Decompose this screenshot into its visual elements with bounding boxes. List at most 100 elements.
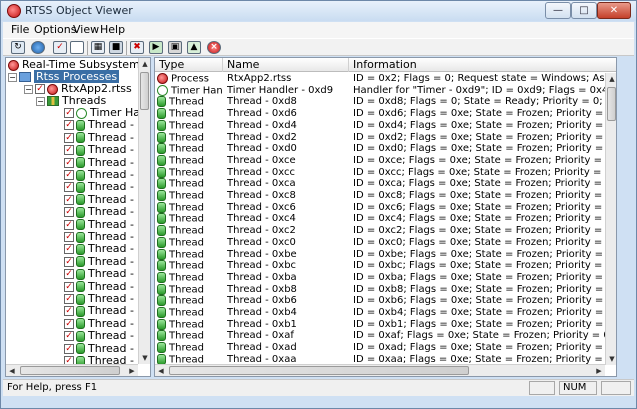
scroll-up-icon[interactable]: ▲ xyxy=(139,58,150,70)
table-row[interactable]: Thread Thread - 0xd2 ID = 0xd2; Flags = 0x… xyxy=(155,131,605,144)
tree-item[interactable]: ✓ Thread - 0xd0 xyxy=(64,168,138,181)
checkbox[interactable]: ✓ xyxy=(64,182,74,193)
lock-icon[interactable]: ▣ xyxy=(168,41,182,54)
tree-item[interactable]: ✓ Thread - 0xca xyxy=(64,205,138,218)
column-header-name[interactable]: Name xyxy=(223,58,349,72)
tree-item[interactable]: ✓ Thread - 0xb6 xyxy=(64,329,138,342)
tree-item[interactable]: ✓ Thread - 0xce xyxy=(64,180,138,193)
object-tree[interactable]: Real-Time Subsystem − Rtss Processes − ✓ Rt… xyxy=(5,57,151,377)
maximize-button[interactable]: □ xyxy=(571,2,597,19)
menu-view[interactable]: View xyxy=(73,23,99,36)
checkbox[interactable]: ✓ xyxy=(64,306,74,317)
tree-item[interactable]: ✓ Thread - 0xd4 xyxy=(64,143,138,156)
scroll-right-icon[interactable]: ▶ xyxy=(593,365,605,376)
checkbox[interactable]: ✓ xyxy=(64,281,74,292)
tree-item[interactable]: ✓ Thread - 0xd6 xyxy=(64,131,138,144)
menu-help[interactable]: Help xyxy=(100,23,125,36)
checkbox[interactable]: ✓ xyxy=(64,269,74,280)
table-row[interactable]: Thread Thread - 0xc8 ID = 0xc8; Flags = 0x… xyxy=(155,190,605,202)
tree-item[interactable]: ✓ Thread - 0xb4 xyxy=(64,342,138,355)
scroll-left-icon[interactable]: ◀ xyxy=(6,365,18,376)
checkbox[interactable]: ✓ xyxy=(64,232,74,242)
checkbox[interactable]: ✓ xyxy=(64,145,74,156)
tree-item[interactable]: ✓ Timer Handler xyxy=(64,106,138,119)
checkbox[interactable]: ✓ xyxy=(64,331,74,342)
scroll-up-icon[interactable]: ▲ xyxy=(606,73,616,85)
close-button[interactable]: ✕ xyxy=(597,2,631,19)
checkbox[interactable]: ✓ xyxy=(64,194,74,205)
table-row[interactable]: Thread Thread - 0xb6 ID = 0xb6; Flags = 0x… xyxy=(155,295,605,307)
title-bar[interactable]: RTSS Object Viewer — □ ✕ xyxy=(1,1,636,21)
table-row[interactable]: Thread Thread - 0xc6 ID = 0xc6; Flags = 0x… xyxy=(155,201,605,214)
table-row[interactable]: Thread Thread - 0xd0 ID = 0xd0; Flags = 0x… xyxy=(155,143,605,155)
table-row[interactable]: Thread Thread - 0xaf ID = 0xaf; Flags = 0x… xyxy=(155,330,605,342)
scroll-thumb[interactable] xyxy=(140,72,149,110)
scroll-left-icon[interactable]: ◀ xyxy=(155,365,167,376)
stop-icon[interactable]: × xyxy=(207,41,221,54)
tree-item[interactable]: ✓ Thread - 0xb8 xyxy=(64,317,138,330)
check-icon[interactable]: ✓ xyxy=(53,41,67,54)
tree-item[interactable]: ✓ Thread - 0xc0 xyxy=(64,267,138,280)
table-row[interactable]: Thread Thread - 0xbe ID = 0xbe; Flags = 0x… xyxy=(155,248,605,261)
table-row[interactable]: Thread Thread - 0xad ID = 0xad; Flags = 0x… xyxy=(155,342,605,354)
tree-item[interactable]: ✓ Thread - 0xbc xyxy=(64,292,138,305)
scroll-thumb[interactable] xyxy=(20,366,120,375)
collapse-icon[interactable]: − xyxy=(8,72,17,82)
tree-item[interactable]: ✓ Thread - 0xc4 xyxy=(64,242,138,255)
list-horizontal-scrollbar[interactable]: ◀ ▶ xyxy=(155,364,605,376)
tree-item[interactable]: ✓ Thread - 0xcc xyxy=(64,193,138,206)
table-row[interactable]: Thread Thread - 0xce ID = 0xce; Flags = 0x… xyxy=(155,154,605,167)
tree-item[interactable]: ✓ Thread - 0xd8 xyxy=(64,118,138,131)
minimize-button[interactable]: — xyxy=(545,2,571,19)
menu-file[interactable]: File xyxy=(11,23,29,36)
collapse-icon[interactable]: − xyxy=(36,96,45,106)
checkbox[interactable]: ✓ xyxy=(35,84,45,94)
table-row[interactable]: Thread Thread - 0xc2 ID = 0xc2; Flags = 0x… xyxy=(155,225,605,237)
checkbox[interactable]: ✓ xyxy=(64,157,74,168)
terminate-icon[interactable]: ▶ xyxy=(149,41,163,54)
table-row[interactable]: Thread Thread - 0xd6 ID = 0xd6; Flags = 0x… xyxy=(155,108,605,120)
tree-item[interactable]: ✓ Thread - 0xd2 xyxy=(64,156,138,169)
checkbox[interactable]: ✓ xyxy=(64,219,74,230)
column-header-type[interactable]: Type xyxy=(155,58,223,72)
remove-icon[interactable]: ✖ xyxy=(130,41,144,54)
checkbox[interactable]: ✓ xyxy=(64,108,74,118)
table-row[interactable]: Thread Thread - 0xd8 ID = 0xd8; Flags = 0;… xyxy=(155,96,605,108)
scroll-down-icon[interactable]: ▼ xyxy=(606,353,616,365)
table-row[interactable]: Thread Thread - 0xca ID = 0xca; Flags = 0x… xyxy=(155,178,605,190)
checkbox[interactable]: ✓ xyxy=(64,132,74,143)
checkbox[interactable]: ✓ xyxy=(64,256,74,267)
save-icon[interactable]: ■ xyxy=(109,41,123,54)
tree-item[interactable]: ✓ Thread - 0xc6 xyxy=(64,230,138,243)
tree-item[interactable]: ✓ Thread - 0xc2 xyxy=(64,255,138,268)
tree-item[interactable]: ✓ Thread - 0xbe xyxy=(64,280,138,293)
object-list[interactable]: Type Name Information Process RtxApp2.rts… xyxy=(154,57,617,377)
tree-horizontal-scrollbar[interactable]: ◀ ▶ xyxy=(6,364,138,376)
checkbox[interactable]: ✓ xyxy=(64,318,74,329)
checkbox[interactable]: ✓ xyxy=(64,244,74,255)
table-row[interactable]: Thread Thread - 0xc0 ID = 0xc0; Flags = 0x… xyxy=(155,236,605,249)
table-row[interactable]: Thread Thread - 0xb4 ID = 0xb4; Flags = 0x… xyxy=(155,307,605,319)
list-vertical-scrollbar[interactable]: ▲ ▼ xyxy=(605,73,616,365)
collapse-icon[interactable]: − xyxy=(24,84,33,94)
checkbox[interactable]: ✓ xyxy=(64,294,74,304)
scroll-down-icon[interactable]: ▼ xyxy=(139,352,150,364)
table-row[interactable]: Thread Thread - 0xba ID = 0xba; Flags = 0x… xyxy=(155,271,605,284)
scroll-thumb[interactable] xyxy=(607,87,616,121)
scroll-right-icon[interactable]: ▶ xyxy=(126,365,138,376)
tree-item[interactable]: ✓ Thread - 0xc8 xyxy=(64,218,138,231)
uncheck-icon[interactable] xyxy=(70,41,84,54)
table-row[interactable]: Thread Thread - 0xb8 ID = 0xb8; Flags = 0x… xyxy=(155,283,605,296)
tree-item[interactable]: ✓ Thread - 0xba xyxy=(64,304,138,317)
checkbox[interactable]: ✓ xyxy=(64,343,74,354)
checkbox[interactable]: ✓ xyxy=(64,207,74,218)
checkbox[interactable]: ✓ xyxy=(64,120,74,131)
table-row[interactable]: Process RtxApp2.rtss ID = 0x2; Flags = 0; … xyxy=(155,73,605,85)
globe-icon[interactable] xyxy=(31,41,45,54)
menu-options[interactable]: Options xyxy=(34,23,76,36)
run-icon[interactable]: ▲ xyxy=(187,41,201,54)
scroll-thumb[interactable] xyxy=(169,366,469,375)
table-row[interactable]: Thread Thread - 0xc4 ID = 0xc4; Flags = 0x… xyxy=(155,213,605,225)
properties-icon[interactable]: ▦ xyxy=(91,41,105,54)
table-row[interactable]: Timer Handler Timer Handler - 0xd9 Handler… xyxy=(155,84,605,97)
